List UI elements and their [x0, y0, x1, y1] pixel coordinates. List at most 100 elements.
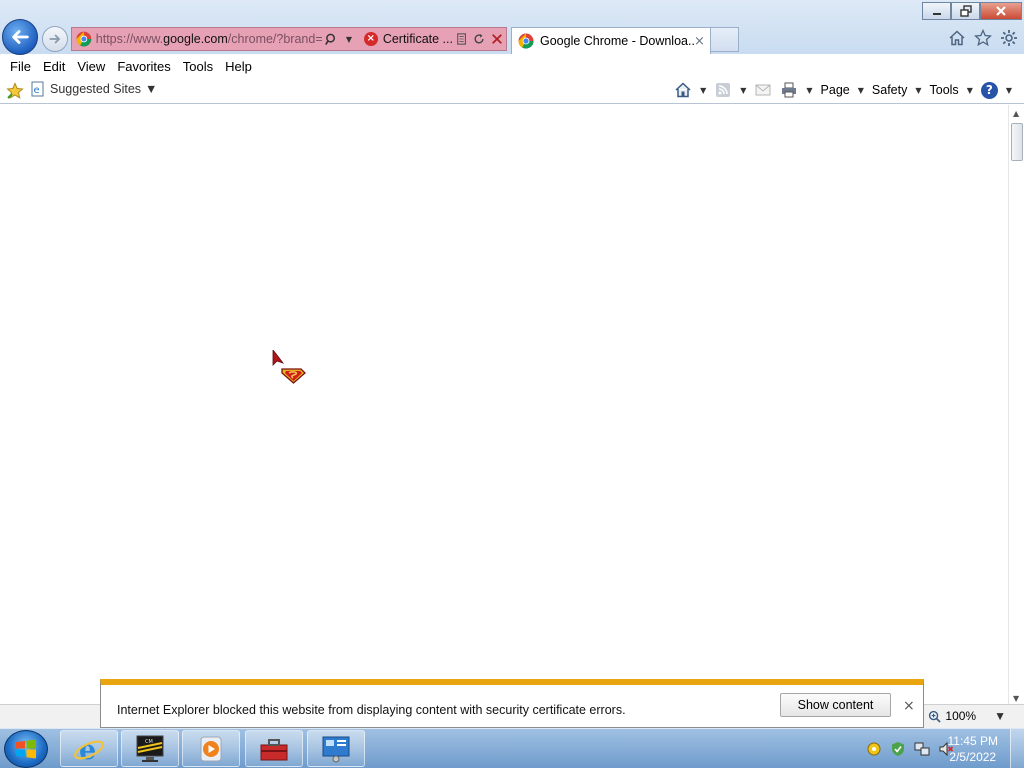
vertical-scrollbar[interactable]: ▲ ▼ — [1008, 105, 1024, 705]
certificate-error-icon: × — [363, 32, 378, 46]
taskbar-internet-explorer[interactable]: e — [60, 730, 118, 767]
stop-icon[interactable] — [488, 30, 506, 48]
scroll-down-icon[interactable]: ▼ — [1013, 694, 1019, 703]
compatibility-view-icon[interactable] — [453, 30, 471, 48]
menu-file[interactable]: File — [4, 59, 37, 74]
svg-text:e: e — [79, 735, 96, 764]
superman-cursor-icon — [272, 350, 306, 384]
internet-explorer-icon: e — [74, 735, 104, 764]
menu-favorites[interactable]: Favorites — [111, 59, 176, 74]
clock-time: 11:45 PM — [947, 734, 998, 748]
menu-help[interactable]: Help — [219, 59, 258, 74]
start-button[interactable] — [4, 730, 48, 768]
zoom-dropdown-icon[interactable]: ▼ — [994, 709, 1006, 723]
add-favorites-icon[interactable] — [6, 82, 24, 100]
address-bar[interactable]: https://www.google.com/chrome/?brand= ▼ … — [71, 27, 507, 51]
suggested-sites-label: Suggested Sites — [50, 82, 142, 96]
new-tab-button[interactable] — [711, 27, 739, 52]
print-icon[interactable] — [780, 81, 798, 99]
certificate-error-badge[interactable]: × Certificate ... — [363, 32, 453, 46]
tray-alert-icon[interactable] — [866, 741, 882, 757]
certificate-notification-bar: Internet Explorer blocked this website f… — [100, 679, 924, 728]
favorites-star-icon[interactable] — [974, 29, 992, 47]
menu-view[interactable]: View — [71, 59, 111, 74]
show-content-button[interactable]: Show content — [780, 693, 891, 717]
tab-title: Google Chrome - Downloa... — [540, 34, 694, 48]
scroll-up-icon[interactable]: ▲ — [1013, 109, 1019, 118]
url-domain: google.com — [163, 32, 228, 46]
url-prefix: https://www. — [95, 32, 164, 46]
page-menu[interactable]: Page — [821, 83, 850, 97]
suggested-sites-button[interactable]: e Suggested Sites ▼ — [30, 81, 157, 97]
security-shield-icon[interactable] — [890, 741, 906, 757]
zoom-icon — [929, 710, 942, 723]
restore-button[interactable] — [951, 2, 980, 20]
monitor-icon: CM — [136, 735, 164, 762]
close-icon — [996, 6, 1006, 16]
taskbar-cm-monitor[interactable]: CM — [121, 730, 179, 767]
back-arrow-icon — [12, 30, 29, 44]
feeds-icon[interactable] — [714, 81, 732, 99]
print-dropdown-icon[interactable]: ▼ — [806, 86, 812, 95]
menu-bar: File Edit View Favorites Tools Help — [0, 54, 1024, 78]
notification-message: Internet Explorer blocked this website f… — [117, 703, 626, 717]
command-bar-tools: ▼ ▼ ▼ Page ▼ Safety ▼ Tools ▼ ? ▼ — [674, 81, 1012, 99]
minimize-button[interactable] — [922, 2, 951, 20]
url-text[interactable]: https://www.google.com/chrome/?brand= — [96, 32, 323, 46]
url-path: /chrome/?brand= — [227, 32, 323, 46]
menu-tools[interactable]: Tools — [177, 59, 219, 74]
windows-logo-icon — [16, 739, 36, 759]
media-player-icon — [200, 736, 222, 761]
zoom-level: 100% — [945, 709, 977, 723]
dropdown-arrow-icon[interactable]: ▼ — [340, 30, 358, 48]
svg-text:CM: CM — [145, 739, 153, 745]
network-icon[interactable] — [914, 741, 930, 757]
minimize-icon — [932, 13, 941, 15]
close-window-button[interactable] — [980, 2, 1022, 20]
taskbar-clock[interactable]: 11:45 PM 2/5/2022 — [948, 733, 998, 765]
home-page-icon[interactable] — [674, 81, 692, 99]
taskbar-toolbox[interactable] — [245, 730, 303, 767]
suggested-sites-icon: e — [31, 81, 44, 97]
tools-dropdown-icon[interactable]: ▼ — [967, 86, 973, 95]
browser-frame: https://www.google.com/chrome/?brand= ▼ … — [0, 0, 1024, 55]
tab-google-chrome[interactable]: Google Chrome - Downloa... × — [511, 27, 711, 54]
restore-icon — [959, 5, 972, 17]
forward-arrow-icon — [49, 34, 60, 44]
zoom-control[interactable]: 100% ▼ — [928, 709, 1006, 723]
read-mail-icon[interactable] — [754, 81, 772, 99]
safety-dropdown-icon[interactable]: ▼ — [915, 86, 921, 95]
windows-taskbar: e CM 11:45 PM 2/5/2022 — [0, 728, 1024, 768]
refresh-icon[interactable] — [471, 30, 489, 48]
control-panel-icon — [322, 736, 350, 762]
help-icon[interactable]: ? — [980, 81, 998, 99]
search-icon[interactable] — [322, 30, 340, 48]
tab-close-icon[interactable]: × — [694, 34, 705, 49]
menu-edit[interactable]: Edit — [37, 59, 71, 74]
notification-close-icon[interactable]: × — [903, 698, 915, 714]
home-icon[interactable] — [948, 29, 966, 47]
tools-menu[interactable]: Tools — [930, 83, 959, 97]
safety-menu[interactable]: Safety — [872, 83, 907, 97]
toolbox-icon — [260, 738, 288, 760]
clock-date: 2/5/2022 — [949, 750, 997, 764]
certificate-error-label: Certificate ... — [382, 32, 453, 46]
forward-button[interactable] — [42, 26, 68, 52]
feeds-dropdown-icon[interactable]: ▼ — [740, 86, 746, 95]
taskbar-control-panel[interactable] — [307, 730, 365, 767]
help-dropdown-icon[interactable]: ▼ — [1006, 86, 1012, 95]
gear-icon[interactable] — [1000, 29, 1018, 47]
command-bar: e Suggested Sites ▼ ▼ ▼ ▼ Page ▼ Safety … — [0, 78, 1024, 104]
home-dropdown-icon[interactable]: ▼ — [700, 86, 706, 95]
page-dropdown-icon[interactable]: ▼ — [858, 86, 864, 95]
taskbar-media-player[interactable] — [182, 730, 240, 767]
browser-right-icons — [948, 29, 1018, 47]
chrome-tab-icon — [518, 33, 534, 49]
show-desktop-button[interactable] — [1010, 729, 1024, 768]
window-controls — [922, 2, 1022, 20]
scroll-thumb[interactable] — [1011, 123, 1023, 161]
svg-text:e: e — [34, 85, 40, 96]
back-button[interactable] — [2, 19, 38, 55]
system-tray — [866, 741, 954, 757]
suggested-sites-dropdown-icon: ▼ — [145, 82, 158, 96]
